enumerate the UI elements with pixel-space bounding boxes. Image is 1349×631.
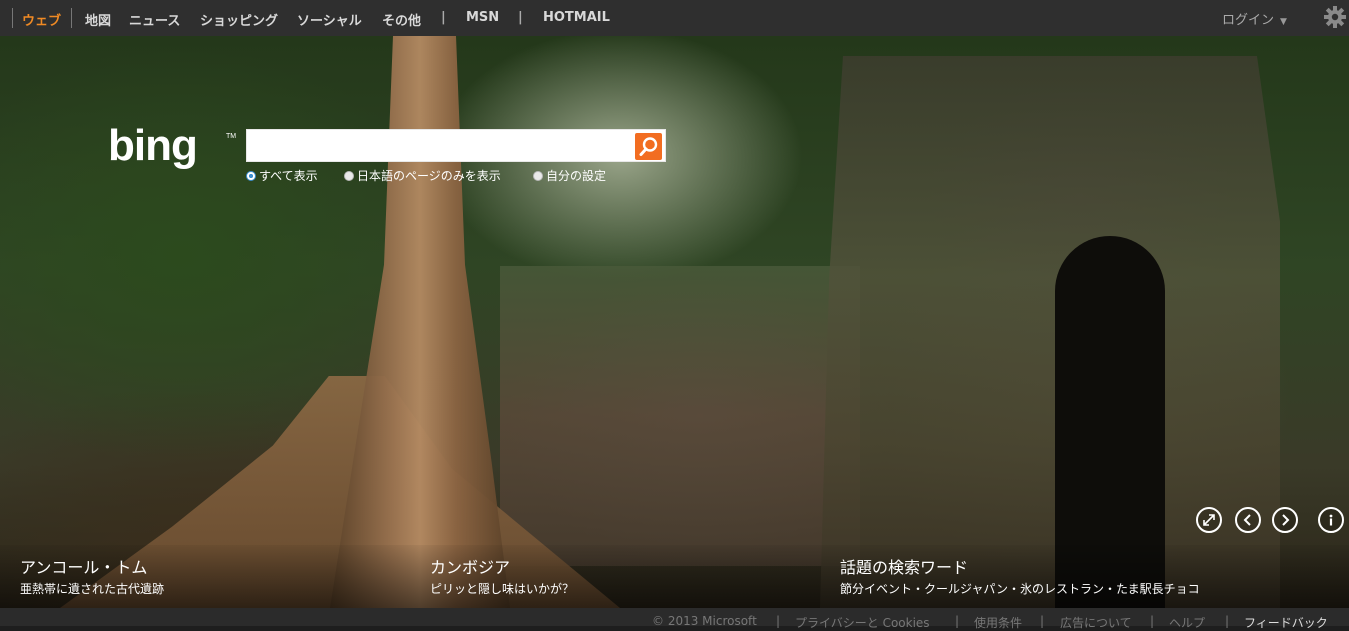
nav-item-social[interactable]: ソーシャル bbox=[297, 10, 362, 29]
scope-option-label: 日本語のページのみを表示 bbox=[357, 169, 501, 183]
radio-button[interactable] bbox=[344, 171, 354, 181]
feedback-link[interactable]: フィードバック bbox=[1244, 614, 1328, 631]
nav-divider bbox=[12, 8, 13, 28]
radio-button-selected[interactable] bbox=[246, 171, 256, 181]
nav-item-hotmail[interactable]: HOTMAIL bbox=[543, 10, 610, 25]
scope-option-label: 自分の設定 bbox=[546, 169, 607, 183]
search-box bbox=[246, 129, 666, 162]
nav-item-msn[interactable]: MSN bbox=[466, 10, 499, 25]
headline-subtitle[interactable]: 節分イベント・クールジャパン・氷のレストラン・たま駅長チョコ bbox=[840, 580, 1200, 597]
nav-item-web[interactable]: ウェブ bbox=[22, 10, 61, 29]
nav-item-more[interactable]: その他 bbox=[382, 10, 421, 29]
chevron-right-icon bbox=[1282, 514, 1290, 526]
search-icon bbox=[639, 137, 658, 156]
terms-link[interactable]: 使用条件 bbox=[974, 614, 1022, 631]
footer: © 2013 Microsoft | プライバシーと Cookies | 使用条… bbox=[0, 608, 1349, 630]
info-icon bbox=[1329, 514, 1333, 526]
background-image bbox=[0, 36, 1349, 608]
nav-separator: | bbox=[441, 10, 446, 25]
help-link[interactable]: ヘルプ bbox=[1169, 614, 1205, 631]
login-label: ログイン bbox=[1222, 13, 1275, 28]
login-menu[interactable]: ログイン ▼ bbox=[1222, 9, 1287, 28]
nav-item-news[interactable]: ニュース bbox=[129, 10, 180, 29]
top-nav-bar: ウェブ 地図 ニュース ショッピング ソーシャル その他 | MSN | HOT… bbox=[0, 0, 1349, 36]
expand-button[interactable] bbox=[1196, 507, 1222, 533]
nav-separator: | bbox=[518, 10, 523, 25]
ruin-wall bbox=[500, 266, 860, 566]
headline-title[interactable]: 話題の検索ワード bbox=[840, 554, 968, 578]
radio-button[interactable] bbox=[533, 171, 543, 181]
search-button[interactable] bbox=[635, 133, 662, 160]
headline-strip bbox=[0, 545, 1349, 608]
ads-link[interactable]: 広告について bbox=[1060, 614, 1132, 631]
scope-option-all[interactable]: すべて表示 bbox=[246, 167, 318, 184]
scope-option-japanese[interactable]: 日本語のページのみを表示 bbox=[344, 167, 501, 184]
previous-image-button[interactable] bbox=[1235, 507, 1261, 533]
headline-subtitle[interactable]: 亜熱帯に遺された古代遺跡 bbox=[20, 580, 164, 597]
expand-icon bbox=[1203, 514, 1215, 526]
tree-trunk bbox=[330, 36, 510, 608]
chevron-left-icon bbox=[1243, 514, 1251, 526]
privacy-link[interactable]: プライバシーと Cookies bbox=[795, 614, 930, 631]
caret-down-icon: ▼ bbox=[1280, 17, 1287, 27]
nav-divider bbox=[71, 8, 72, 28]
headline-title[interactable]: カンボジア bbox=[430, 554, 510, 578]
nav-item-shopping[interactable]: ショッピング bbox=[200, 10, 278, 29]
scope-option-custom[interactable]: 自分の設定 bbox=[533, 167, 606, 184]
bing-logo[interactable]: bing TM bbox=[108, 124, 238, 176]
headline-subtitle[interactable]: ピリッと隠し味はいかが？ bbox=[430, 580, 574, 597]
trademark-mark: TM bbox=[226, 133, 236, 140]
bing-logo-text: bing bbox=[108, 124, 197, 170]
gear-icon[interactable] bbox=[1322, 4, 1348, 30]
nav-item-maps[interactable]: 地図 bbox=[85, 10, 111, 29]
next-image-button[interactable] bbox=[1272, 507, 1298, 533]
info-button[interactable] bbox=[1318, 507, 1344, 533]
scope-option-label: すべて表示 bbox=[259, 169, 318, 183]
search-input[interactable] bbox=[249, 132, 633, 161]
headline-title[interactable]: アンコール・トム bbox=[20, 554, 147, 578]
